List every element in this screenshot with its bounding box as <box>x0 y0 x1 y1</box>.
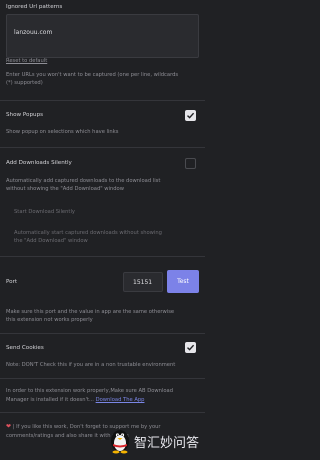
ignored-urls-help-2: (*) supported) <box>6 80 43 86</box>
start-silently-help-2: the "Add Download" window <box>14 238 88 244</box>
port-input[interactable]: 15151 <box>123 272 163 292</box>
divider <box>0 147 205 148</box>
add-silently-help-1: Automatically add captured downloads to … <box>6 178 161 184</box>
checkmark-icon <box>187 344 195 351</box>
reset-default-link[interactable]: Reset to default <box>6 58 47 65</box>
port-title: Port <box>6 279 18 285</box>
add-silently-help-2: without showing the "Add Download" windo… <box>6 186 124 192</box>
settings-page: Ignored Url patterns lanzouu.com Reset t… <box>0 0 205 460</box>
install-info-2: Manager is installed if it doesn't... Do… <box>6 397 144 404</box>
ignored-urls-textarea[interactable]: lanzouu.com <box>6 14 199 58</box>
send-cookies-title: Send Cookies <box>6 345 44 351</box>
ignored-urls-title: Ignored Url patterns <box>6 4 63 10</box>
start-silently-title: Start Download Silently <box>14 209 75 215</box>
add-silently-title: Add Downloads Silently <box>6 160 72 166</box>
penguin-icon <box>111 430 129 454</box>
send-cookies-checkbox[interactable] <box>185 342 196 353</box>
ignored-urls-value: lanzouu.com <box>14 29 53 36</box>
test-port-button[interactable]: Test <box>167 270 199 293</box>
add-silently-checkbox[interactable] <box>185 158 196 169</box>
ignored-urls-help-1: Enter URLs you won't want to be captured… <box>6 72 179 78</box>
install-info-2-text: Manager is installed if it doesn't... <box>6 397 96 403</box>
download-app-link[interactable]: Download The App <box>96 397 145 403</box>
watermark-logo: 智汇妙问答 <box>108 426 204 456</box>
show-popups-title: Show Popups <box>6 112 44 118</box>
port-help-2: this extension not works properly <box>6 317 93 323</box>
checkmark-icon <box>187 112 195 119</box>
watermark-text: 智汇妙问答 <box>134 436 200 451</box>
start-silently-help-1: Automatically start captured downloads w… <box>14 230 162 236</box>
show-popups-help: Show popup on selections which have link… <box>6 129 119 135</box>
divider <box>0 378 205 379</box>
install-info-1: In order to this extension work properly… <box>6 388 174 394</box>
divider <box>0 100 205 101</box>
show-popups-checkbox[interactable] <box>185 110 196 121</box>
port-help-1: Make sure this port and the value in app… <box>6 309 175 315</box>
port-value: 15151 <box>133 279 153 286</box>
heart-icon: ❤ <box>6 423 12 430</box>
send-cookies-help: Note: DON'T Check this if you are in a n… <box>6 362 176 368</box>
divider <box>0 333 205 334</box>
divider <box>0 256 205 257</box>
divider <box>0 412 205 413</box>
